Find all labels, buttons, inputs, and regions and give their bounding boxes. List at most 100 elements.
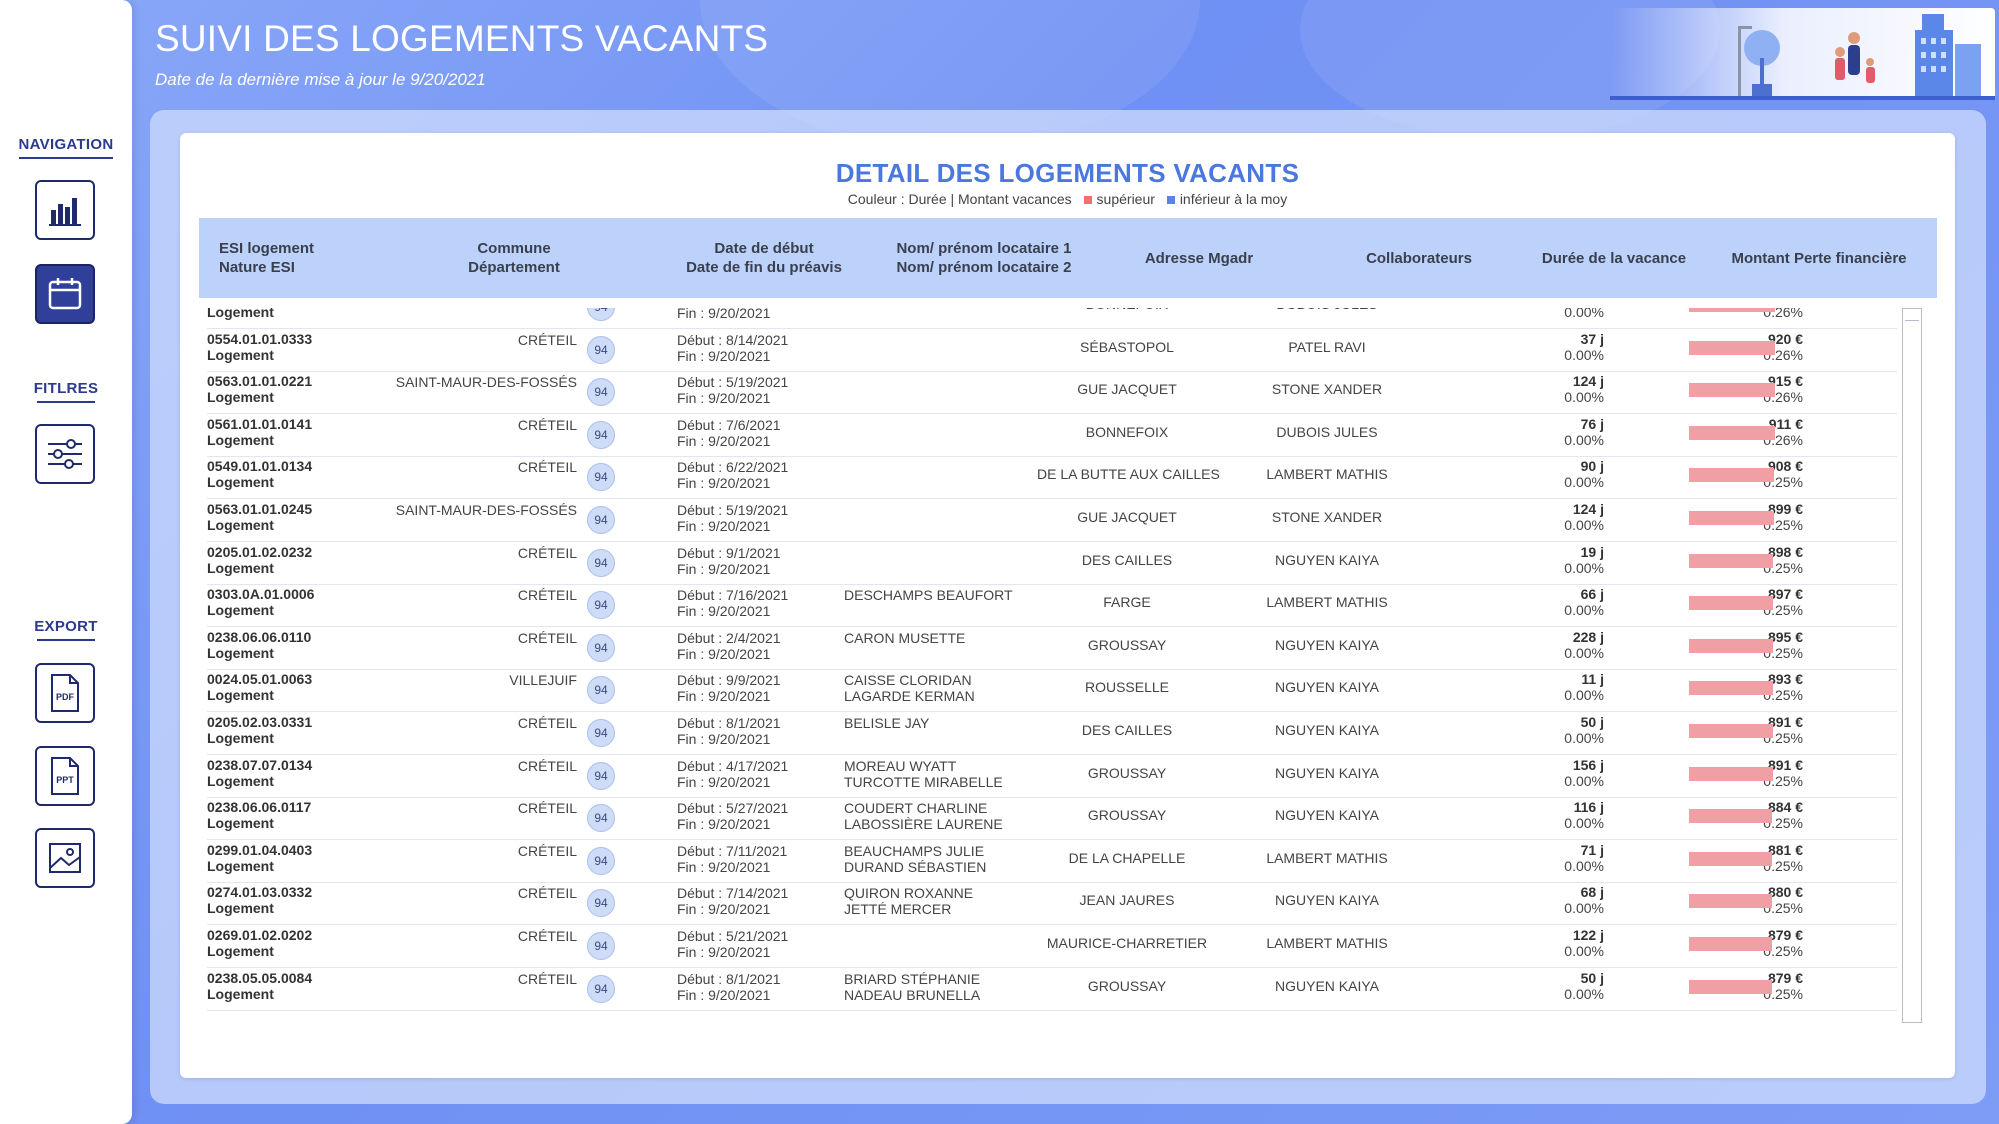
adresse: GUE JACQUET bbox=[1077, 509, 1177, 525]
date-fin: Fin : 9/20/2021 bbox=[677, 944, 771, 960]
duree-pct: 0.00% bbox=[1564, 815, 1604, 832]
table-row[interactable]: 0274.01.03.0332 Logement CRÉTEIL Début : 7/… bbox=[207, 882, 1897, 926]
duree-pct: 0.00% bbox=[1564, 559, 1604, 576]
montant-value: 880 € bbox=[1767, 884, 1803, 901]
collaborateur: STONE XANDER bbox=[1271, 381, 1383, 398]
nature-esi: Logement bbox=[207, 644, 274, 661]
perte-financiere-bar bbox=[1689, 681, 1773, 696]
date-fin: Fin : 9/20/2021 bbox=[677, 986, 771, 1003]
calendar-icon[interactable] bbox=[35, 264, 95, 324]
table-row[interactable]: 0024.05.01.0063 Logement VILLEJUIF Début : … bbox=[207, 669, 1897, 713]
col-locataires-header[interactable]: Nom/ prénom locataire 1 Nom/ prénom locat… bbox=[879, 218, 1089, 298]
table-row[interactable]: 0303.0A.01.0006 Logement CRÉTEIL Début : 7/… bbox=[207, 584, 1897, 628]
table-row[interactable]: 0554.01.01.0333 Logement CRÉTEIL Début : 8/… bbox=[207, 329, 1897, 372]
collaborateur: DUBOIS JULES bbox=[1237, 308, 1417, 312]
locataire-2: LABOSSIÈRE LAURENE bbox=[844, 816, 1003, 833]
table-row[interactable]: 0563.01.01.0245 Logement SAINT-MAUR-DES-FO… bbox=[207, 499, 1897, 542]
col-adresse-header[interactable]: Adresse Mgadr bbox=[1099, 218, 1299, 298]
duree-pct: 0.00% bbox=[1564, 431, 1604, 448]
montant-value: 891 € bbox=[1767, 714, 1803, 730]
adresse: DES CAILLES bbox=[1081, 551, 1173, 568]
table-row[interactable]: 0563.01.01.0221 Logement SAINT-MAUR-DES-FO… bbox=[207, 371, 1897, 415]
svg-text:PDF: PDF bbox=[56, 692, 75, 702]
montant-value: 879 € bbox=[1767, 927, 1803, 943]
adresse: GROUSSAY bbox=[1087, 764, 1167, 781]
table-row[interactable]: 0549.01.01.0134 Logement CRÉTEIL Début : 6/… bbox=[207, 456, 1897, 500]
table-row[interactable]: 0238.06.06.0117 Logement CRÉTEIL Début : 5/… bbox=[207, 797, 1897, 841]
nature-esi: Logement bbox=[207, 308, 274, 320]
table-row[interactable]: 0299.01.04.0403 Logement CRÉTEIL Début : 7/… bbox=[207, 840, 1897, 883]
navigation-section-title: NAVIGATION bbox=[0, 136, 132, 159]
date-fin: Fin : 9/20/2021 bbox=[677, 773, 771, 790]
date-fin: Fin : 9/20/2021 bbox=[677, 603, 771, 620]
image-icon[interactable] bbox=[35, 828, 95, 888]
scrollbar-thumb[interactable] bbox=[1905, 311, 1919, 321]
nature-esi: Logement bbox=[207, 389, 274, 406]
duree-value: 124 j bbox=[1572, 373, 1604, 390]
esi-code: 0299.01.04.0403 bbox=[207, 841, 313, 858]
table-row[interactable]: 0561.01.01.0141 Logement CRÉTEIL Début : 7/… bbox=[207, 414, 1897, 457]
date-debut: Début : 9/9/2021 bbox=[677, 672, 781, 689]
date-debut: Début : 5/19/2021 bbox=[677, 502, 789, 518]
esi-code: 0238.06.06.0110 bbox=[207, 628, 312, 645]
date-debut: Début : 7/16/2021 bbox=[677, 587, 789, 604]
col-duree-header[interactable]: Durée de la vacance bbox=[1519, 218, 1709, 298]
table-row[interactable]: 0238.06.06.0110 Logement CRÉTEIL Début : 2/… bbox=[207, 627, 1897, 670]
col-commune-header[interactable]: Commune Département bbox=[414, 218, 614, 298]
city-family-illustration bbox=[1610, 8, 1995, 100]
departement-badge: 94 bbox=[587, 676, 615, 705]
adresse: GUE JACQUET bbox=[1077, 381, 1177, 398]
col-montant-header[interactable]: Montant Perte financière bbox=[1709, 218, 1929, 298]
table-row[interactable]: 0205.01.02.0232 Logement CRÉTEIL Début : 9/… bbox=[207, 542, 1897, 585]
date-debut: Début : 5/27/2021 bbox=[677, 800, 789, 817]
adresse: BONNEFOIX bbox=[1037, 308, 1217, 312]
collaborateur: DUBOIS JULES bbox=[1276, 423, 1378, 440]
date-debut: Début : 6/22/2021 bbox=[677, 459, 789, 476]
collaborateur: LAMBERT MATHIS bbox=[1266, 466, 1388, 483]
departement-badge: 94 bbox=[587, 846, 615, 875]
duree-value: 68 j bbox=[1580, 884, 1604, 901]
perte-financiere-bar bbox=[1689, 596, 1774, 611]
locataire-1: QUIRON ROXANNE bbox=[844, 885, 974, 902]
collaborateur: PATEL RAVI bbox=[1288, 338, 1366, 355]
departement-badge: 94 bbox=[587, 591, 615, 620]
col-dates-header[interactable]: Date de début Date de fin du préavis bbox=[654, 218, 874, 298]
table-row[interactable]: 0238.05.05.0084 Logement CRÉTEIL Début : 8/… bbox=[207, 968, 1897, 1011]
perte-financiere-bar bbox=[1689, 937, 1772, 951]
pdf-icon[interactable]: PDF bbox=[35, 663, 95, 723]
bar-chart-icon[interactable] bbox=[35, 180, 95, 240]
nature-esi: Logement bbox=[207, 517, 274, 533]
montant-value: 893 € bbox=[1767, 671, 1803, 688]
table-row[interactable]: 0269.01.02.0202 Logement CRÉTEIL Début : 5/… bbox=[207, 925, 1897, 968]
adresse: ROUSSELLE bbox=[1084, 679, 1170, 696]
locataire-2: DURAND SÉBASTIEN bbox=[844, 858, 987, 875]
table-row[interactable]: 0561.01.01.0165LogementCRÉTEILDébut : 7/… bbox=[207, 308, 1897, 329]
table-row[interactable]: 0205.02.03.0331 Logement CRÉTEIL Début : 8/… bbox=[207, 712, 1897, 755]
nature-esi: Logement bbox=[207, 772, 274, 789]
montant-value: 879 € bbox=[1767, 969, 1803, 986]
legend-prefix: Couleur : Durée | Montant vacances bbox=[847, 191, 1072, 207]
duree-value: 228 j bbox=[1572, 628, 1604, 645]
duree-pct: 0.00% bbox=[1564, 389, 1604, 406]
collaborateur: STONE XANDER bbox=[1271, 509, 1383, 525]
col-collaborateurs-header[interactable]: Collaborateurs bbox=[1319, 218, 1519, 298]
table-row[interactable]: 0238.07.07.0134 Logement CRÉTEIL Début : 4/… bbox=[207, 755, 1897, 798]
departement-badge: 94 bbox=[587, 974, 615, 1003]
duree-value: 19 j bbox=[1580, 543, 1604, 560]
collaborateur: NGUYEN KAIYA bbox=[1275, 764, 1379, 781]
duree-value: 122 j bbox=[1572, 927, 1604, 943]
table-scrollbar[interactable] bbox=[1902, 308, 1922, 1023]
col-esi-header[interactable]: ESI logement Nature ESI bbox=[219, 218, 399, 298]
montant-value: 884 € bbox=[1767, 799, 1803, 816]
commune: CRÉTEIL bbox=[517, 587, 577, 604]
commune: CRÉTEIL bbox=[517, 757, 577, 774]
date-fin: Fin : 9/20/2021 bbox=[677, 432, 771, 449]
sliders-icon[interactable] bbox=[35, 424, 95, 484]
ppt-icon[interactable]: PPT bbox=[35, 746, 95, 806]
duree-value: 124 j bbox=[1572, 501, 1604, 517]
perte-financiere-bar bbox=[1689, 894, 1772, 909]
date-debut: Début : 9/1/2021 bbox=[677, 544, 781, 561]
collaborateur: NGUYEN KAIYA bbox=[1275, 551, 1379, 568]
duree-value: 50 j bbox=[1580, 969, 1604, 986]
montant-value: 891 € bbox=[1767, 756, 1803, 773]
